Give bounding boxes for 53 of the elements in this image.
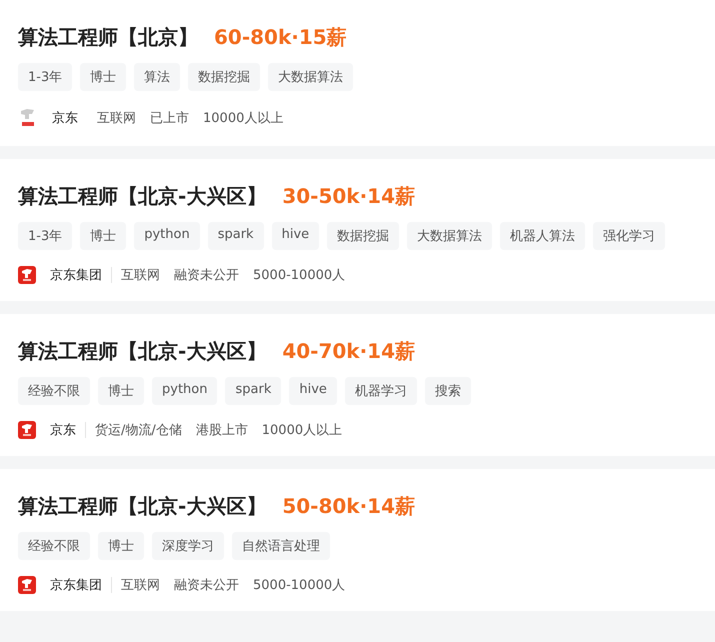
company-name: 京东 <box>50 422 76 439</box>
tag: 博士 <box>80 63 126 91</box>
tag: hive <box>289 377 337 405</box>
job-card[interactable]: 算法工程师【北京-大兴区】 50-80k·14薪 经验不限 博士 深度学习 自然语言处理 京东集团 互联网 融资未公开 5000-10000人 <box>0 469 715 611</box>
company-name: 京东集团 <box>50 267 102 284</box>
tag: 机器学习 <box>344 377 417 405</box>
tag: 1-3年 <box>18 63 72 91</box>
tag: spark <box>225 377 282 405</box>
tag: 搜索 <box>424 377 471 405</box>
tag: 博士 <box>98 377 144 405</box>
job-title: 算法工程师【北京-大兴区】 <box>18 338 266 364</box>
tag: hive <box>272 222 320 250</box>
company-info: 互联网 <box>97 110 136 127</box>
company-info: 互联网 <box>121 267 160 284</box>
tag: python <box>134 222 200 250</box>
tag: 大数据算法 <box>268 63 354 91</box>
job-card[interactable]: 算法工程师【北京-大兴区】 30-50k·14薪 1-3年 博士 python spark hive 数据挖掘 大数据算法 机器人算法 强化学习 京东集团 互联网 融资未公开 5000-10000人 <box>0 159 715 301</box>
company-info: 10000人以上 <box>262 422 342 439</box>
tag: 强化学习 <box>593 222 666 250</box>
job-card[interactable]: 算法工程师【北京-大兴区】 40-70k·14薪 经验不限 博士 python spark hive 机器学习 搜索 京东 货运/物流/仓储 港股上市 10000人以上 <box>0 314 715 456</box>
company-info: 已上市 <box>150 110 189 127</box>
tag: 数据挖掘 <box>188 63 260 91</box>
tag: 算法 <box>134 63 180 91</box>
tag: 经验不限 <box>18 532 90 560</box>
tag: python <box>152 377 218 405</box>
tag: 1-3年 <box>18 222 72 250</box>
tag: spark <box>208 222 264 250</box>
tag: 自然语言处理 <box>232 532 330 560</box>
company-info: 10000人以上 <box>203 110 284 127</box>
company-info: 5000-10000人 <box>253 577 346 594</box>
job-title: 算法工程师【北京】 <box>18 24 198 50</box>
tag: 数据挖掘 <box>327 222 400 250</box>
tag: 博士 <box>80 222 126 250</box>
company-name: 京东 <box>52 110 78 127</box>
tag: 机器人算法 <box>500 222 586 250</box>
company-info: 融资未公开 <box>174 577 239 594</box>
company-info: 货运/物流/仓储 <box>95 422 182 439</box>
company-name: 京东集团 <box>50 577 102 594</box>
company-info: 融资未公开 <box>174 267 239 284</box>
tag: 经验不限 <box>18 377 90 405</box>
salary: 30-50k·14薪 <box>282 182 416 210</box>
salary: 50-80k·14薪 <box>282 492 416 520</box>
job-title: 算法工程师【北京-大兴区】 <box>18 182 266 210</box>
job-title: 算法工程师【北京-大兴区】 <box>18 492 266 520</box>
company-info: 5000-10000人 <box>253 267 346 284</box>
tag: 深度学习 <box>152 532 224 560</box>
company-info: 港股上市 <box>196 422 248 439</box>
company-info: 互联网 <box>121 577 160 594</box>
job-card[interactable]: 算法工程师【北京】 60-80k·15薪 1-3年 博士 算法 数据挖掘 大数据算法 京东 互联网 已上市 10000人以上 <box>0 0 715 146</box>
salary: 60-80k·15薪 <box>214 24 347 50</box>
salary: 40-70k·14薪 <box>282 338 416 364</box>
tag: 大数据算法 <box>407 222 492 250</box>
tag: 博士 <box>98 532 144 560</box>
